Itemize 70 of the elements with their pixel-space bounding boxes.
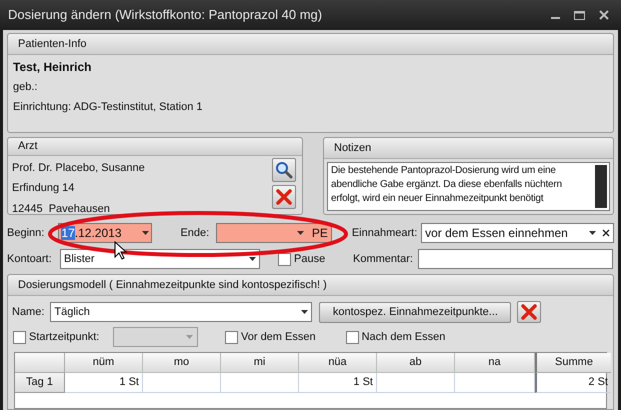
delete-button[interactable] <box>517 301 542 323</box>
caret-icon <box>142 231 150 235</box>
pause-label: Pause <box>294 252 326 267</box>
birth-label: geb.: <box>13 80 38 95</box>
table-cell[interactable]: 2 St <box>535 373 611 393</box>
intake-type-label: Einnahmeart: <box>352 226 418 241</box>
end-label: Ende: <box>180 226 210 241</box>
close-icon[interactable] <box>599 10 609 20</box>
notes-text: Die bestehende Pantoprazol-Dosierung wird um eine abendliche Gabe ergänzt. Da diese ebenfalls nüchtern erfolgt, wird ein neuer Einnahmezeitpunkt benötigt <box>330 164 563 206</box>
column-header: nüm <box>65 353 143 373</box>
column-header: mi <box>221 353 299 373</box>
checkbox-label: Nach dem Essen <box>362 330 446 345</box>
caret-icon <box>301 310 308 314</box>
account-type-value: Blister <box>64 252 95 267</box>
comment-field[interactable] <box>418 249 613 269</box>
table-cell[interactable] <box>143 373 221 393</box>
start-time-label: Startzeitpunkt: <box>29 330 100 345</box>
caret-icon <box>249 257 256 261</box>
panel-header: Arzt <box>8 138 302 156</box>
caret-icon <box>589 231 596 235</box>
checkbox[interactable] <box>225 330 238 344</box>
caret-icon <box>186 335 193 339</box>
clear-icon[interactable] <box>602 229 610 237</box>
delete-icon <box>275 188 293 206</box>
doctor-address-line: Prof. Dr. Placebo, Susanne <box>12 160 145 176</box>
column-header: mo <box>143 353 221 373</box>
table-corner <box>15 353 65 373</box>
checkbox[interactable] <box>13 330 26 344</box>
table-cell[interactable] <box>221 373 299 393</box>
account-type-label: Kontoart: <box>7 252 53 267</box>
maximize-icon[interactable] <box>574 10 585 20</box>
table-cell[interactable]: 1 St <box>65 373 143 393</box>
caret-icon <box>296 231 304 235</box>
table-cell[interactable] <box>377 373 455 393</box>
begin-label: Beginn: <box>7 226 46 241</box>
intake-type-dropdown[interactable]: vor dem Essen einnehmen <box>421 223 614 243</box>
table-cell[interactable]: 1 St <box>299 373 377 393</box>
facility-text: Einrichtung: ADG-Testinstitut, Station 1 <box>13 100 204 114</box>
checkbox-label: Vor dem Essen <box>241 330 316 345</box>
end-suffix: PE <box>312 225 328 242</box>
model-name-dropdown[interactable]: Täglich <box>50 302 312 322</box>
panel-header: Patienten-Info <box>8 34 613 55</box>
patient-name: Test, Heinrich <box>13 59 92 76</box>
mouse-cursor-icon <box>114 241 128 261</box>
delete-icon <box>520 303 538 321</box>
window-title: Dosierung ändern (Wirkstoffkonto: Pantoprazol 40 mg) <box>8 6 322 24</box>
search-button[interactable] <box>272 158 296 182</box>
doctor-address-line: 12445 Pavehausen <box>12 202 111 216</box>
column-header: ab <box>377 353 455 373</box>
name-label: Name: <box>12 304 44 320</box>
date-value: 17.12.2013 <box>61 225 122 242</box>
doctor-address-line: Erfindung 14 <box>12 181 76 196</box>
panel-header: Notizen <box>324 138 613 159</box>
begin-date-field[interactable]: 17.12.2013 <box>58 223 152 243</box>
comment-label: Kommentar: <box>353 252 414 267</box>
intake-type-value: vor dem Essen einnehmen <box>425 225 569 242</box>
column-header: Summe <box>535 353 611 373</box>
panel-header: Dosierungsmodell ( Einnahmezeitpunkte sind kontospezifisch! ) <box>8 275 613 296</box>
remove-button[interactable] <box>272 184 296 208</box>
row-header: Tag 1 <box>15 373 65 393</box>
scrollbar[interactable] <box>595 165 607 208</box>
column-header: na <box>455 353 535 373</box>
checkbox[interactable] <box>346 330 359 344</box>
intake-times-button[interactable]: kontospez. Einnahmezeitpunkte... <box>319 302 512 322</box>
search-icon <box>275 160 293 178</box>
end-date-field[interactable]: PE <box>216 223 332 243</box>
model-name-value: Täglich <box>54 304 90 320</box>
checkbox[interactable] <box>278 252 291 266</box>
table-cell[interactable] <box>455 373 535 393</box>
column-header: nüa <box>299 353 377 373</box>
